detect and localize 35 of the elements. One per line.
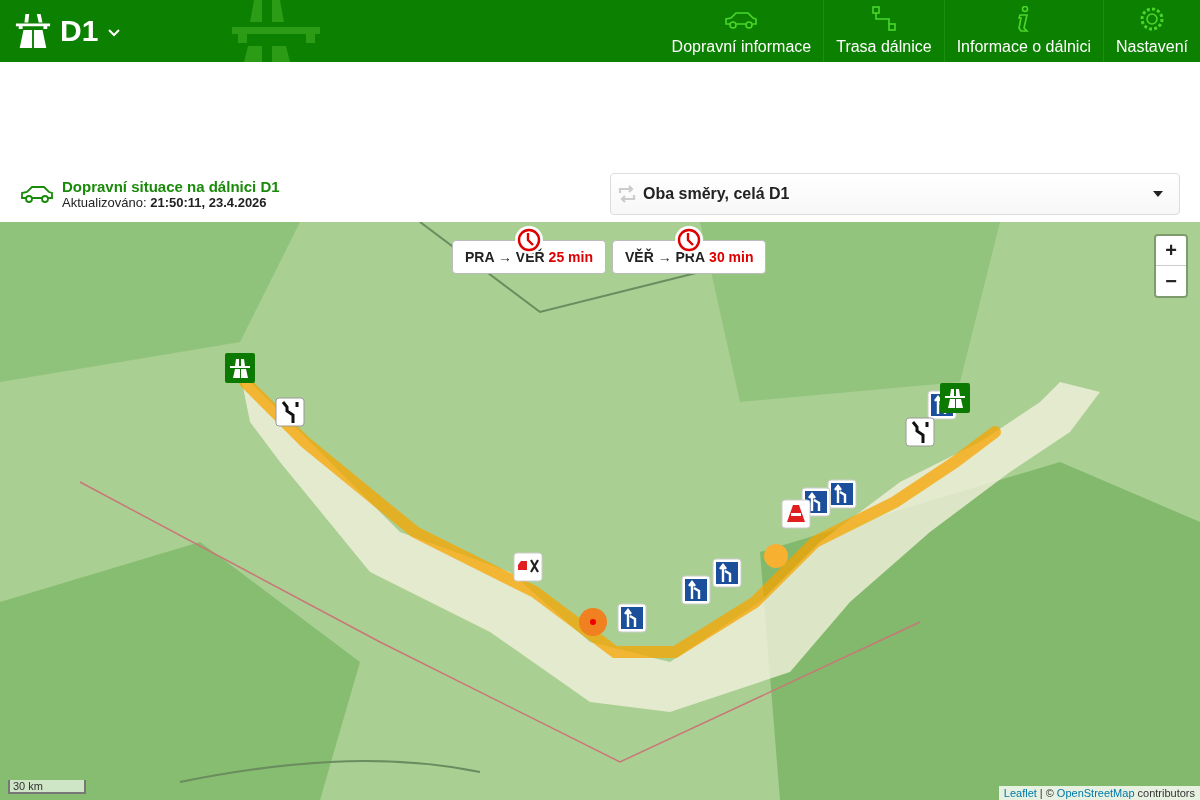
attribution-text: contributors	[1137, 787, 1195, 799]
duration-label: 30 min	[709, 249, 754, 265]
highway-selector[interactable]: D1	[60, 14, 121, 48]
lane-sign-icon[interactable]	[712, 558, 742, 588]
road-curve-sign-icon[interactable]	[275, 397, 305, 427]
highway-marker-icon[interactable]	[940, 383, 970, 413]
nav-tab[interactable]: Nastavení	[1102, 0, 1200, 62]
dropdown-arrow-icon	[1153, 191, 1163, 197]
updated-label: Aktualizováno:	[62, 195, 147, 210]
updated-time: 21:50:11, 23.4.2026	[150, 195, 267, 210]
openstreetmap-link[interactable]: OpenStreetMap	[1056, 787, 1135, 799]
nav-tab[interactable]: Dopravní informace	[659, 0, 824, 62]
status-title: Dopravní situace na dálnici D1	[62, 178, 280, 195]
direction-dropdown[interactable]: Oba směry, celá D1	[610, 173, 1180, 215]
leaflet-link[interactable]: Leaflet	[1003, 787, 1037, 799]
roadwork-cone-icon[interactable]	[781, 499, 811, 529]
scale-bar: 30 km	[8, 780, 86, 794]
zoom-in-button[interactable]: +	[1156, 236, 1186, 266]
route-label: VĚŘ → PRA	[624, 249, 706, 265]
lane-sign-icon[interactable]	[681, 575, 711, 605]
nav-tab[interactable]: Informace o dálnici	[943, 0, 1103, 62]
highway-icon	[14, 12, 52, 50]
zoom-out-button[interactable]: −	[1156, 266, 1186, 296]
lane-sign-icon[interactable]	[617, 603, 647, 633]
car-icon	[20, 184, 54, 204]
swap-icon	[617, 184, 637, 204]
duration-label: 25 min	[548, 249, 593, 265]
road-curve-sign-icon[interactable]	[905, 417, 935, 447]
highway-marker-icon[interactable]	[225, 353, 255, 383]
nav-tab[interactable]: Trasa dálnice	[823, 0, 944, 62]
lane-sign-icon[interactable]	[827, 479, 857, 509]
repair-icon[interactable]	[513, 552, 543, 582]
info-icon	[1018, 6, 1030, 32]
caret-icon	[108, 29, 121, 37]
attribution-separator: | ©	[1039, 787, 1054, 799]
